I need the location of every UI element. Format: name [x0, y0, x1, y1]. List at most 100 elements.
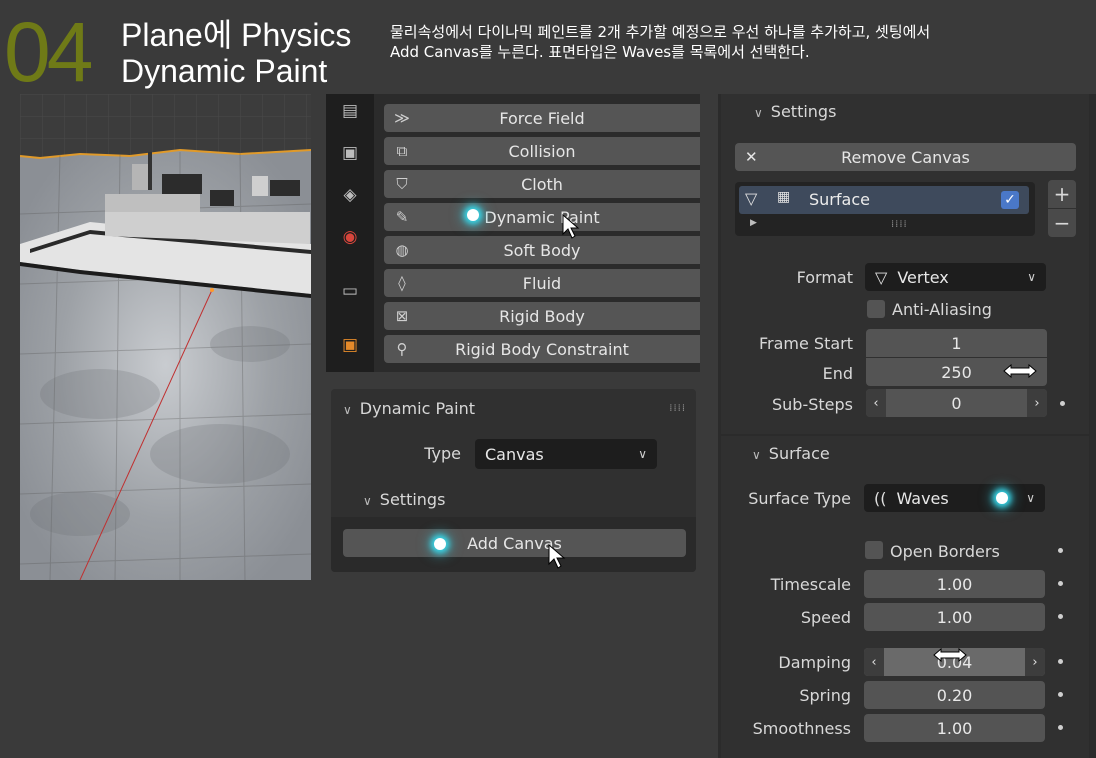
animate-property-icon[interactable] [1058, 614, 1063, 619]
timescale-field[interactable]: 1.00 [864, 570, 1045, 598]
expand-triangle-icon[interactable]: ▶ [750, 218, 757, 228]
end-value: 250 [941, 362, 972, 382]
drag-handle-icon[interactable]: ⁞⁞⁞⁞ [669, 403, 686, 414]
speed-field[interactable]: 1.00 [864, 603, 1045, 631]
frame-start-value: 1 [951, 333, 962, 353]
sub-steps-value: 0 [951, 393, 962, 413]
dynamic-paint-panel: ∨ Dynamic Paint ⁞⁞⁞⁞ Type Canvas ∨ ∨ Setti… [331, 389, 696, 572]
scene-tab-icon[interactable]: ◈ [337, 182, 363, 208]
rigid-body-label: Rigid Body [499, 306, 585, 326]
chevron-down-icon: ∨ [754, 106, 763, 120]
world-tab-icon[interactable]: ◉ [337, 224, 363, 250]
vertex-icon: ▽ [745, 189, 758, 208]
animate-property-icon[interactable] [1058, 548, 1063, 553]
animate-property-icon[interactable] [1058, 581, 1063, 586]
type-dropdown[interactable]: Canvas ∨ [475, 439, 657, 469]
open-borders-label: Open Borders [890, 542, 1000, 561]
checker-icon: ▦ [777, 189, 791, 205]
increment-arrow-icon[interactable]: › [1027, 389, 1047, 417]
remove-canvas-label: Remove Canvas [841, 147, 970, 167]
format-label: Format [796, 268, 853, 287]
close-icon: ✕ [745, 148, 758, 166]
animate-property-icon[interactable] [1058, 692, 1063, 697]
decrement-arrow-icon[interactable]: ‹ [864, 648, 884, 676]
cloth-label: Cloth [521, 174, 563, 194]
add-surface-button[interactable]: + [1048, 180, 1076, 208]
remove-surface-button[interactable]: − [1048, 209, 1076, 237]
smoothness-field[interactable]: 1.00 [864, 714, 1045, 742]
animate-property-icon[interactable] [1058, 725, 1063, 730]
dp-settings-header[interactable]: ∨ Settings [363, 490, 445, 509]
collision-button[interactable]: ⧉ Collision [384, 137, 700, 165]
soft-body-label: Soft Body [503, 240, 581, 260]
properties-tab-bar: ▤ ▣ ◈ ◉ ▭ ▣ [326, 94, 374, 372]
anti-aliasing-checkbox[interactable] [867, 300, 885, 318]
3d-viewport[interactable] [20, 94, 311, 580]
sub-steps-field[interactable]: ‹ 0 › [866, 389, 1047, 417]
surface-header[interactable]: ∨ Surface [752, 444, 830, 463]
dynamic-paint-label: Dynamic Paint [484, 207, 600, 227]
dp-settings-area: Add Canvas [331, 517, 696, 572]
chevron-down-icon: ∨ [363, 494, 372, 508]
title-line-1: Plane에 Physics [121, 17, 352, 53]
force-field-label: Force Field [499, 108, 585, 128]
physics-properties-panel: ▤ ▣ ◈ ◉ ▭ ▣ ≫ Force Field ⧉ Collision ⛉ … [326, 94, 700, 372]
anti-aliasing-label: Anti-Aliasing [892, 300, 992, 319]
type-value: Canvas [485, 444, 544, 464]
timescale-label: Timescale [770, 575, 851, 594]
frame-start-field[interactable]: 1 [866, 329, 1047, 357]
cloth-button[interactable]: ⛉ Cloth [384, 170, 700, 198]
output-tab-icon[interactable]: ▤ [337, 98, 363, 124]
speed-value: 1.00 [936, 607, 973, 627]
collision-label: Collision [508, 141, 576, 161]
damping-label: Damping [778, 653, 851, 672]
highlight-glow [996, 492, 1008, 504]
dp-settings-title: Settings [379, 490, 446, 509]
highlight-glow [434, 538, 446, 550]
animate-property-icon[interactable] [1060, 401, 1065, 406]
end-label: End [822, 364, 853, 383]
surface-title: Surface [768, 444, 830, 463]
title-line-2: Dynamic Paint [121, 53, 328, 89]
surface-enabled-checkbox[interactable]: ✓ [1001, 191, 1019, 209]
resize-cursor-icon [933, 648, 967, 662]
animate-property-icon[interactable] [1058, 659, 1063, 664]
spring-value: 0.20 [936, 685, 973, 705]
view-layer-tab-icon[interactable]: ▣ [337, 140, 363, 166]
canvas-settings-header[interactable]: ∨ Settings [754, 102, 836, 121]
chevron-down-icon: ∨ [1026, 491, 1035, 505]
dynamic-paint-header[interactable]: ∨ Dynamic Paint [343, 399, 475, 418]
mouse-cursor-icon [562, 214, 580, 239]
rigid-body-constraint-label: Rigid Body Constraint [455, 339, 629, 359]
object-tab-icon[interactable]: ▣ [337, 332, 363, 358]
description-line-1: 물리속성에서 다이나믹 페인트를 2개 추가할 예정으로 우선 하나를 추가하고… [390, 23, 931, 41]
remove-canvas-button[interactable]: ✕ Remove Canvas [735, 143, 1076, 171]
list-resize-handle-icon[interactable]: ⁞⁞⁞⁞ [891, 219, 908, 230]
collection-tab-icon[interactable]: ▭ [337, 278, 363, 304]
dynamic-paint-button[interactable]: ✎ Dynamic Paint [384, 203, 700, 231]
highlight-glow [467, 209, 479, 221]
soft-body-button[interactable]: ◍ Soft Body [384, 236, 700, 264]
open-borders-checkbox[interactable] [865, 541, 883, 559]
format-dropdown[interactable]: ▽ Vertex ∨ [865, 263, 1046, 291]
surface-type-label: Surface Type [748, 489, 851, 508]
vertex-icon: ▽ [875, 267, 888, 287]
fluid-button[interactable]: ◊ Fluid [384, 269, 700, 297]
spring-label: Spring [799, 686, 851, 705]
rigid-body-constraint-button[interactable]: ⚲ Rigid Body Constraint [384, 335, 700, 363]
rigid-body-button[interactable]: ⊠ Rigid Body [384, 302, 700, 330]
smoothness-label: Smoothness [752, 719, 851, 738]
waves-icon: (( [874, 488, 887, 508]
type-label: Type [424, 444, 461, 463]
chevron-down-icon: ∨ [1027, 270, 1036, 284]
increment-arrow-icon[interactable]: › [1025, 648, 1045, 676]
chevron-down-icon: ∨ [638, 447, 647, 461]
decrement-arrow-icon[interactable]: ‹ [866, 389, 886, 417]
spring-field[interactable]: 0.20 [864, 681, 1045, 709]
surface-list-item[interactable]: ▽ ▦ Surface ✓ [739, 186, 1029, 214]
surface-type-dropdown[interactable]: (( Waves ∨ [864, 484, 1045, 512]
add-canvas-button[interactable]: Add Canvas [343, 529, 686, 557]
force-field-button[interactable]: ≫ Force Field [384, 104, 700, 132]
timescale-value: 1.00 [936, 574, 973, 594]
description-line-2: Add Canvas를 누른다. 표면타입은 Waves를 목록에서 선택한다. [390, 43, 810, 61]
